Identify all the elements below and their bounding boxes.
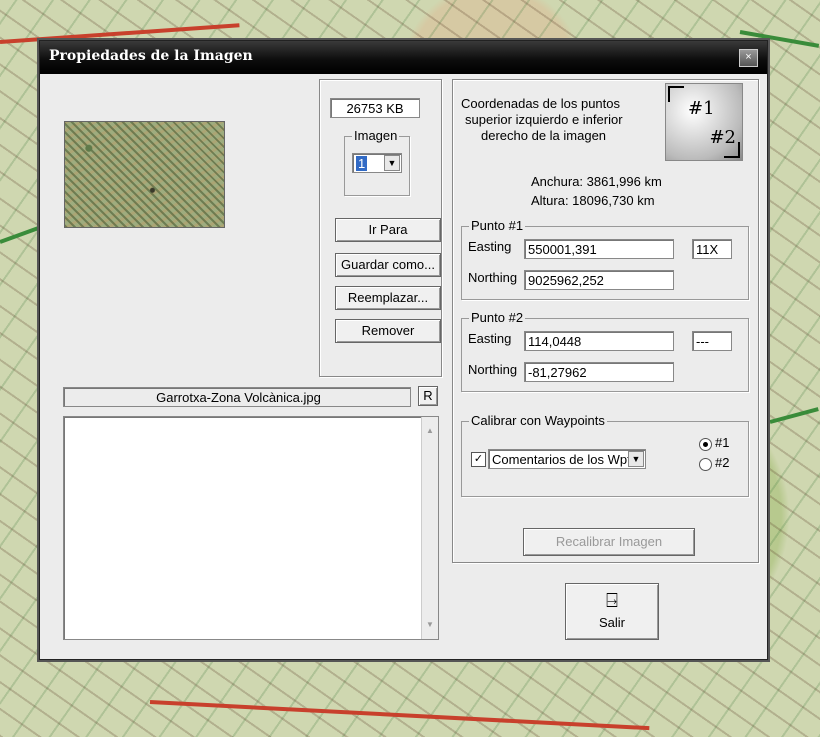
scroll-down-icon[interactable]: ▼ <box>426 615 434 635</box>
radio-point2-label: #2 <box>715 455 730 470</box>
calibrate-group: Calibrar con Waypoints ✓ Comentarios de … <box>461 413 749 497</box>
point1-easting-label: Easting <box>468 239 512 254</box>
exit-label: Salir <box>598 615 625 630</box>
recalibrate-button[interactable]: Recalibrar Imagen <box>523 528 695 556</box>
go-to-button[interactable]: Ir Para <box>335 218 441 242</box>
point2-easting-input[interactable]: 114,0448 <box>524 331 674 351</box>
waypoint-field-select[interactable]: Comentarios de los Wpts ▼ <box>488 449 646 469</box>
scroll-up-icon[interactable]: ▲ <box>426 421 434 441</box>
save-as-button[interactable]: Guardar como... <box>335 253 441 277</box>
chevron-down-icon[interactable]: ▼ <box>384 155 400 171</box>
marker1-label: #1 <box>688 98 715 119</box>
point1-northing-input[interactable]: 9025962,252 <box>524 270 674 290</box>
corner-arrow-icon <box>724 142 740 158</box>
point1-easting-input[interactable]: 550001,391 <box>524 239 674 259</box>
remove-button[interactable]: Remover <box>335 319 441 343</box>
calibrate-checkbox[interactable]: ✓ <box>471 452 486 467</box>
coords-desc-line1: Coordenadas de los puntos <box>461 96 621 111</box>
point2-northing-label: Northing <box>468 362 518 377</box>
point1-northing-label: Northing <box>468 270 518 285</box>
image-group-title: Imagen <box>352 128 400 143</box>
point1-title: Punto #1 <box>469 218 526 233</box>
map-road <box>769 407 819 424</box>
radio-point1[interactable] <box>699 438 712 451</box>
scrollbar[interactable]: ▲ ▼ <box>421 417 438 639</box>
coords-desc-line2: superior izquierdo e inferior <box>465 112 623 127</box>
comments-textarea[interactable]: ▲ ▼ <box>63 416 439 640</box>
point2-northing-input[interactable]: -81,27962 <box>524 362 674 382</box>
calibrate-title: Calibrar con Waypoints <box>469 413 607 428</box>
image-select[interactable]: 1 ▼ <box>352 153 402 173</box>
chevron-down-icon[interactable]: ▼ <box>628 451 644 467</box>
point2-zone-input[interactable]: --- <box>692 331 732 351</box>
image-width: Anchura: 3861,996 km <box>531 174 662 189</box>
window-title: Propiedades de la Imagen <box>49 48 253 64</box>
coords-desc-line3: derecho de la imagen <box>481 128 607 143</box>
radio-point1-label: #1 <box>715 435 730 450</box>
close-button[interactable]: × <box>739 49 758 67</box>
point2-title: Punto #2 <box>469 310 526 325</box>
image-group: Imagen 1 ▼ <box>344 128 410 196</box>
point2-group: Punto #2 Easting 114,0448 --- Northing -… <box>461 310 749 392</box>
waypoint-field-value: Comentarios de los Wpts <box>492 452 638 467</box>
exit-button[interactable]: ⍈ Salir <box>565 583 659 640</box>
image-select-value: 1 <box>356 156 368 171</box>
corner-points-icon: #1 #2 <box>665 83 743 161</box>
file-size-field: 26753 KB <box>330 98 420 118</box>
r-button[interactable]: R <box>418 386 438 406</box>
point1-zone-input[interactable]: 11X <box>692 239 732 259</box>
image-actions-panel: 26753 KB Imagen 1 ▼ Ir Para Guardar como… <box>319 79 442 377</box>
point1-group: Punto #1 Easting 550001,391 11X Northing… <box>461 218 749 300</box>
titlebar: Propiedades de la Imagen × <box>40 41 767 74</box>
image-thumbnail <box>64 121 225 228</box>
map-road <box>149 700 650 731</box>
replace-button[interactable]: Reemplazar... <box>335 286 441 310</box>
file-name-field: Garrotxa-Zona Volcànica.jpg <box>63 387 411 407</box>
coordinates-panel: Coordenadas de los puntos superior izqui… <box>452 79 759 563</box>
exit-door-icon: ⍈ <box>606 590 618 612</box>
corner-arrow-icon <box>668 86 684 102</box>
radio-point2[interactable] <box>699 458 712 471</box>
image-properties-dialog: Propiedades de la Imagen × 26753 KB Imag… <box>39 40 768 660</box>
point2-easting-label: Easting <box>468 331 512 346</box>
image-height: Altura: 18096,730 km <box>531 193 655 208</box>
